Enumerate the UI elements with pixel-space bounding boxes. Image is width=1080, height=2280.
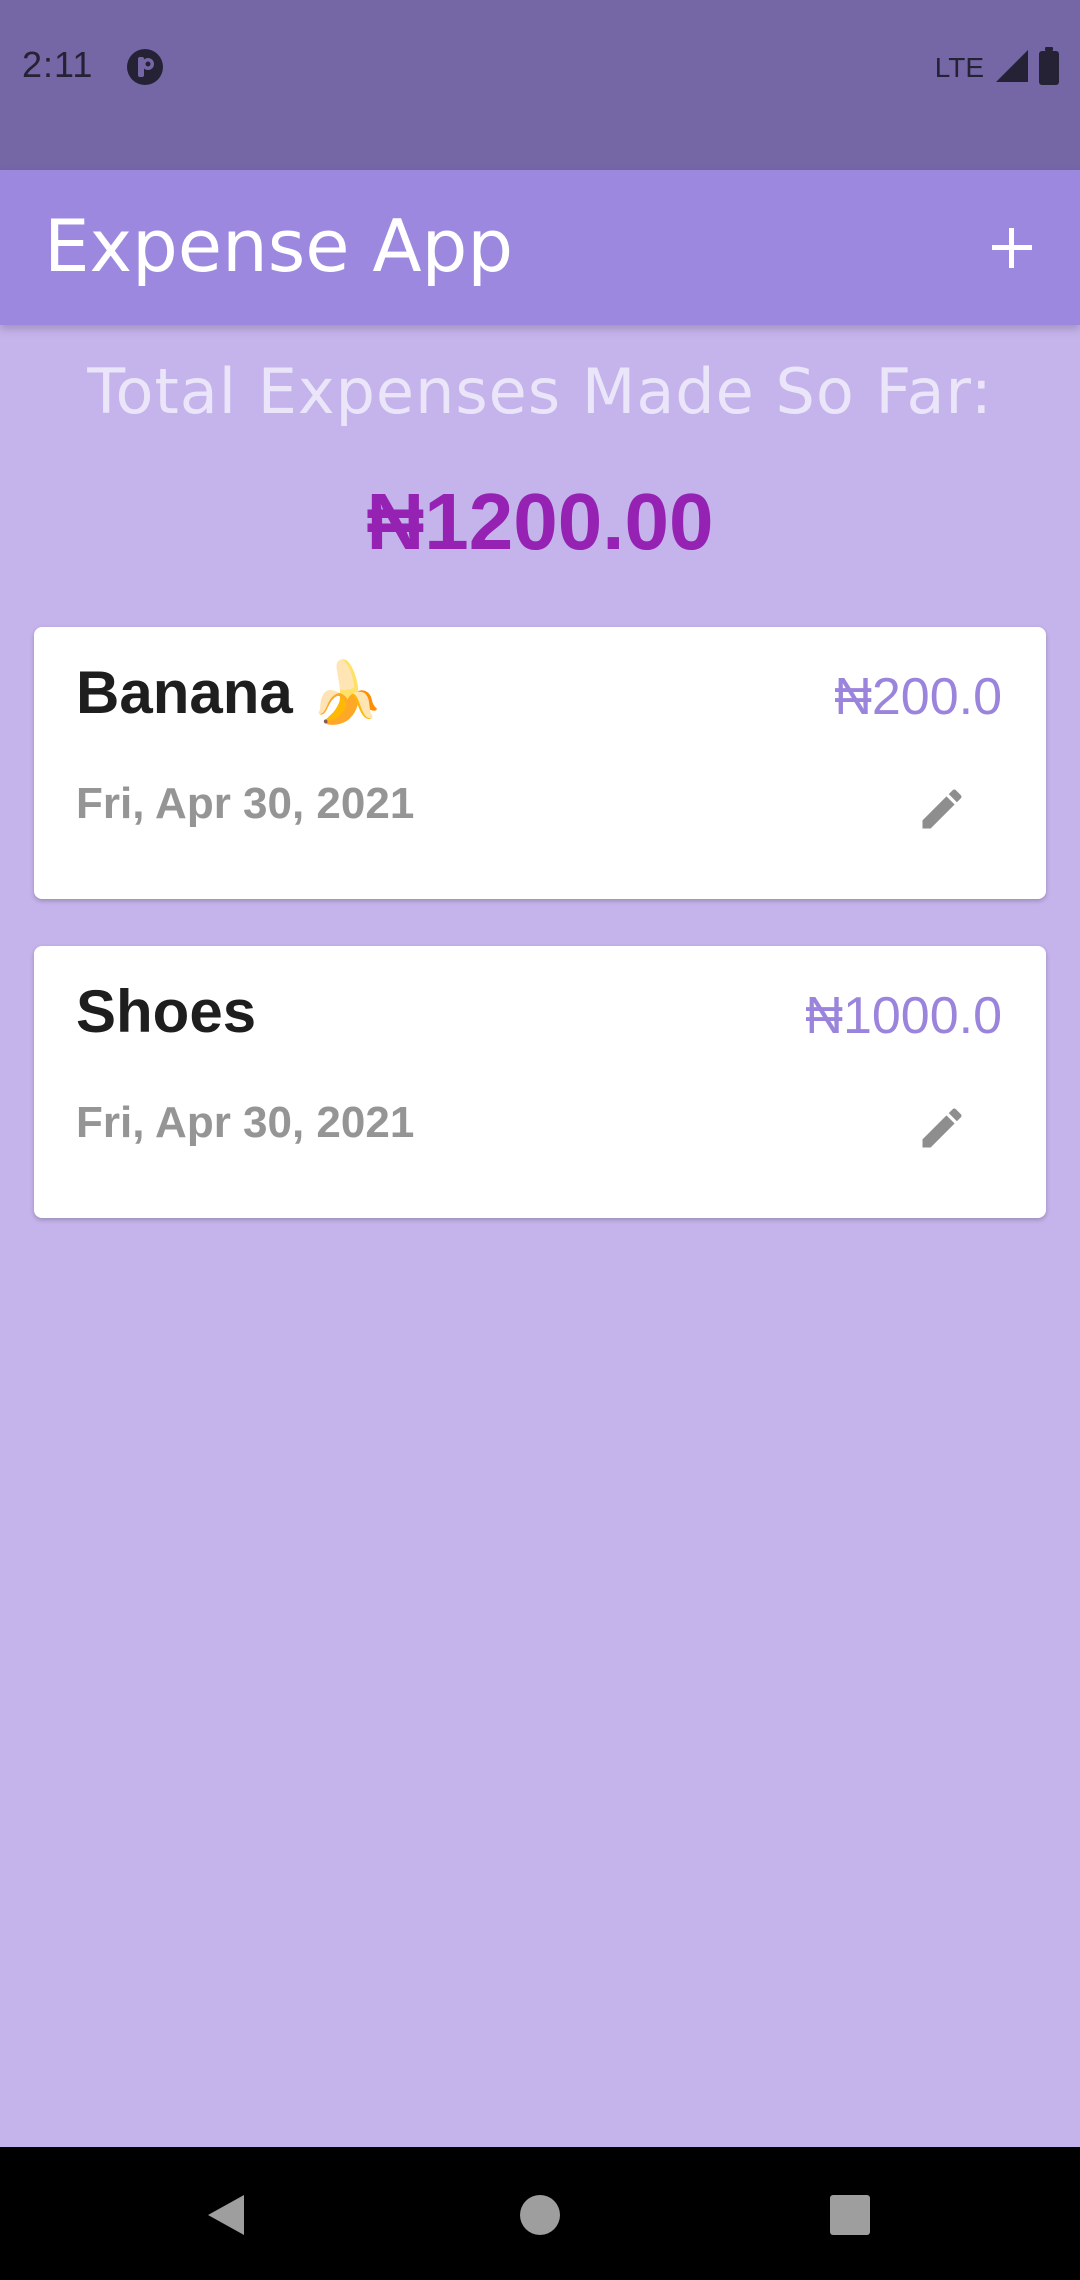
expense-app-screen: 2:11 LTE Expense App Total Expenses Made… <box>0 0 1080 2280</box>
status-time: 2:11 <box>22 44 94 85</box>
expense-list: Banana 🍌 ₦200.0 Fri, Apr 30, 2021 Shoes … <box>34 627 1046 1265</box>
expense-amount: ₦1000.0 <box>805 987 1002 1045</box>
app-bar: Expense App <box>0 170 1080 325</box>
pencil-icon <box>922 789 962 829</box>
expense-card[interactable]: Shoes ₦1000.0 Fri, Apr 30, 2021 <box>34 946 1046 1218</box>
edit-expense-button[interactable] <box>910 777 974 841</box>
lte-signal-icon <box>994 48 1030 88</box>
status-bar: 2:11 LTE <box>0 0 1080 170</box>
app-title: Expense App <box>44 204 514 288</box>
total-expenses-amount: ₦1200.00 <box>366 477 714 566</box>
expense-title: Shoes <box>76 978 257 1045</box>
network-type-label: LTE <box>934 52 984 83</box>
back-button[interactable] <box>194 2183 258 2247</box>
expense-card[interactable]: Banana 🍌 ₦200.0 Fri, Apr 30, 2021 <box>34 627 1046 899</box>
app-notification-icon <box>126 48 164 86</box>
recents-icon <box>830 2195 870 2235</box>
home-icon <box>520 2195 560 2235</box>
recents-button[interactable] <box>818 2183 882 2247</box>
pencil-icon <box>922 1108 962 1148</box>
status-indicators: LTE <box>934 47 1060 89</box>
home-button[interactable] <box>508 2183 572 2247</box>
expense-date: Fri, Apr 30, 2021 <box>76 1098 415 1147</box>
battery-icon <box>1038 47 1060 89</box>
plus-icon <box>992 228 1032 268</box>
expense-amount: ₦200.0 <box>834 668 1002 726</box>
expense-date: Fri, Apr 30, 2021 <box>76 779 415 828</box>
navigation-bar <box>0 2147 1080 2280</box>
expense-title: Banana 🍌 <box>76 659 385 726</box>
add-expense-button[interactable] <box>972 208 1052 288</box>
edit-expense-button[interactable] <box>910 1096 974 1160</box>
back-icon <box>208 2195 244 2235</box>
total-expenses-label: Total Expenses Made So Far: <box>87 355 993 428</box>
